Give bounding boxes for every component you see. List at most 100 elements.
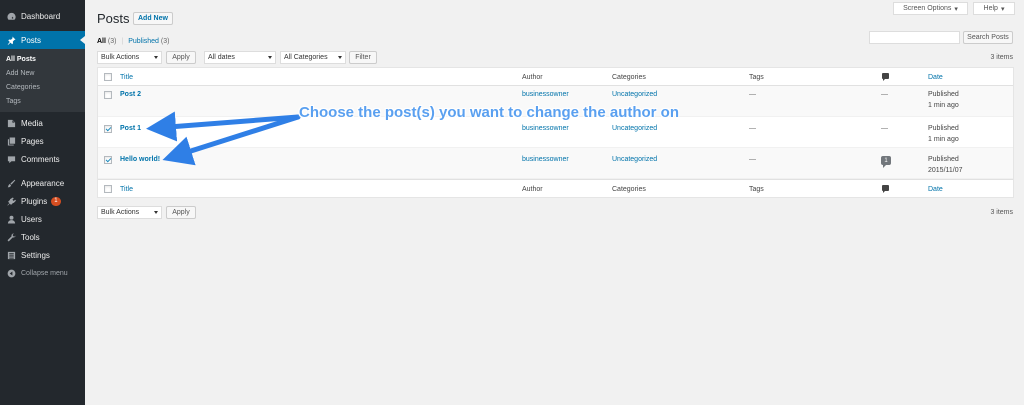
post-category-link[interactable]: Uncategorized — [612, 156, 657, 163]
bulk-actions-select-top[interactable]: Bulk Actions — [97, 51, 162, 64]
dropdown-arrow-icon — [154, 56, 158, 59]
plugins-update-badge: 1 — [51, 196, 61, 206]
search-posts-button[interactable]: Search Posts — [963, 31, 1013, 44]
pin-icon — [6, 35, 16, 45]
sidebar-item-label: Dashboard — [21, 11, 61, 21]
post-tags: — — [749, 91, 756, 98]
help-button[interactable]: Help ▾ — [973, 2, 1015, 15]
sidebar-item-label: Appearance — [21, 178, 65, 188]
plugins-icon — [6, 196, 16, 206]
sidebar-item-settings[interactable]: Settings — [0, 246, 85, 264]
post-tags: — — [749, 156, 756, 163]
sidebar-item-posts[interactable]: Posts — [0, 31, 85, 49]
filter-separator: | — [121, 38, 124, 45]
filter-published-link[interactable]: Published — [128, 38, 159, 45]
sidebar-item-pages[interactable]: Pages — [0, 132, 85, 150]
screen-options-button[interactable]: Screen Options ▾ — [893, 2, 968, 15]
post-author-link[interactable]: businessowner — [522, 156, 569, 163]
column-title-footer[interactable]: Title — [120, 186, 133, 193]
bulk-actions-select-bottom[interactable]: Bulk Actions — [97, 206, 162, 219]
post-date: 1 min ago — [928, 136, 959, 143]
comments-icon — [6, 154, 16, 164]
column-categories-footer: Categories — [612, 186, 646, 193]
main-content: Screen Options ▾ Help ▾ Posts Add New Al… — [85, 0, 1024, 405]
column-author-footer: Author — [522, 186, 543, 193]
sidebar-item-label: Comments — [21, 154, 60, 164]
post-author-link[interactable]: businessowner — [522, 91, 569, 98]
sidebar-item-plugins[interactable]: Plugins 1 — [0, 192, 85, 210]
column-title-header[interactable]: Title — [120, 74, 133, 81]
collapse-menu-label: Collapse menu — [21, 269, 68, 277]
page-title: Posts — [97, 11, 130, 26]
admin-sidebar: Dashboard Posts All Posts Add New Catego… — [0, 0, 85, 405]
filter-all-link[interactable]: All — [97, 38, 106, 45]
table-row: Post 2 businessowner Uncategorized — — P… — [98, 86, 1013, 117]
column-tags-header: Tags — [749, 74, 764, 81]
sidebar-item-label: Settings — [21, 250, 50, 260]
table-header-row: Title Author Categories Tags Date — [98, 68, 1013, 86]
pages-icon — [6, 136, 16, 146]
sidebar-item-media[interactable]: Media — [0, 114, 85, 132]
submenu-add-new[interactable]: Add New — [0, 66, 85, 80]
sidebar-item-label: Tools — [21, 232, 40, 242]
select-all-checkbox[interactable] — [104, 73, 112, 81]
select-all-checkbox-bottom[interactable] — [104, 185, 112, 193]
column-date-header[interactable]: Date — [928, 74, 943, 81]
items-count-top: 3 items — [990, 54, 1013, 61]
post-status: Published — [928, 91, 959, 98]
bulk-actions-value: Bulk Actions — [101, 209, 140, 216]
submenu-tags[interactable]: Tags — [0, 94, 85, 108]
post-category-link[interactable]: Uncategorized — [612, 125, 657, 132]
add-new-post-button[interactable]: Add New — [133, 12, 173, 25]
row-checkbox[interactable] — [104, 156, 112, 164]
apply-button-bottom[interactable]: Apply — [166, 206, 196, 219]
sidebar-item-tools[interactable]: Tools — [0, 228, 85, 246]
post-title-link[interactable]: Post 2 — [120, 91, 141, 98]
submenu-all-posts[interactable]: All Posts — [0, 52, 85, 66]
post-status: Published — [928, 125, 959, 132]
row-checkbox[interactable] — [104, 91, 112, 99]
column-date-footer[interactable]: Date — [928, 186, 943, 193]
post-author-link[interactable]: businessowner — [522, 125, 569, 132]
category-filter-value: All Categories — [284, 54, 328, 61]
collapse-menu-button[interactable]: Collapse menu — [0, 264, 85, 282]
caret-down-icon: ▾ — [954, 5, 958, 13]
post-category-link[interactable]: Uncategorized — [612, 91, 657, 98]
table-row: Post 1 businessowner Uncategorized — — P… — [98, 117, 1013, 148]
settings-icon — [6, 250, 16, 260]
search-posts-input[interactable] — [869, 31, 960, 44]
post-date: 2015/11/07 — [928, 167, 963, 174]
table-row: Hello world! businessowner Uncategorized… — [98, 148, 1013, 179]
comments-column-icon[interactable] — [882, 185, 889, 193]
bulk-actions-value: Bulk Actions — [101, 54, 140, 61]
date-filter-value: All dates — [208, 54, 235, 61]
comment-count-bubble[interactable]: 1 — [881, 156, 891, 168]
date-filter-select[interactable]: All dates — [204, 51, 276, 64]
users-icon — [6, 214, 16, 224]
category-filter-select[interactable]: All Categories — [280, 51, 346, 64]
apply-button-top[interactable]: Apply — [166, 51, 196, 64]
post-comments: — — [881, 125, 888, 132]
sidebar-item-label: Plugins — [21, 196, 48, 206]
sidebar-item-label: Posts — [21, 35, 42, 45]
comments-column-icon[interactable] — [882, 73, 889, 81]
post-title-link[interactable]: Hello world! — [120, 156, 160, 163]
tools-icon — [6, 232, 16, 242]
post-title-link[interactable]: Post 1 — [120, 125, 141, 132]
sidebar-item-users[interactable]: Users — [0, 210, 85, 228]
filter-button[interactable]: Filter — [349, 51, 377, 64]
sidebar-item-comments[interactable]: Comments — [0, 150, 85, 168]
filter-all-count: (3) — [107, 38, 117, 45]
dropdown-arrow-icon — [154, 211, 158, 214]
table-footer-row: Title Author Categories Tags Date — [98, 179, 1013, 197]
screen-options-label: Screen Options — [903, 5, 952, 12]
collapse-icon — [6, 268, 16, 278]
sidebar-item-label: Users — [21, 214, 42, 224]
dropdown-arrow-icon — [268, 56, 272, 59]
submenu-categories[interactable]: Categories — [0, 80, 85, 94]
row-checkbox[interactable] — [104, 125, 112, 133]
sidebar-item-dashboard[interactable]: Dashboard — [0, 7, 85, 25]
status-filter-links: All (3) | Published (3) — [97, 38, 169, 45]
sidebar-item-label: Pages — [21, 136, 44, 146]
sidebar-item-appearance[interactable]: Appearance — [0, 174, 85, 192]
